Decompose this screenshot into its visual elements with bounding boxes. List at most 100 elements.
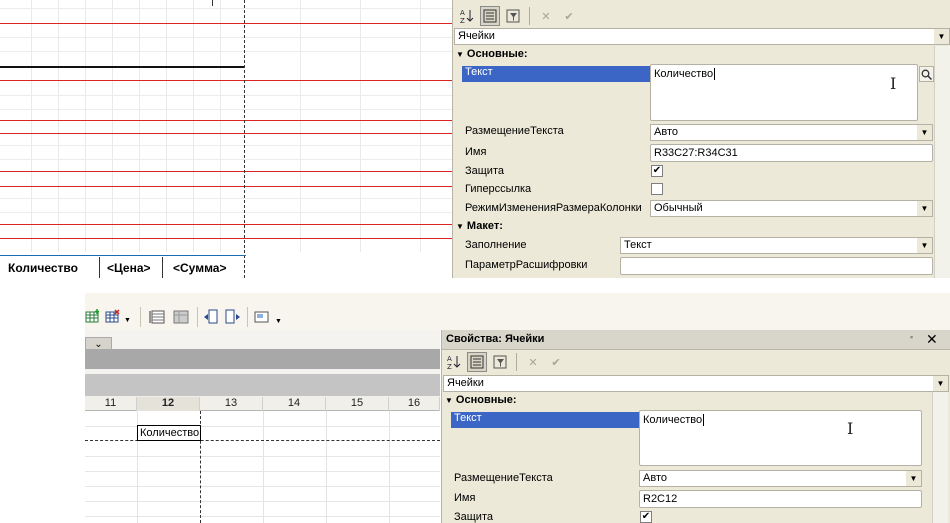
section-layout[interactable]: ▼ Макет:	[456, 220, 503, 232]
collapse-icon: ▼	[445, 396, 453, 405]
footer-cell-price[interactable]: <Цена>	[101, 257, 163, 278]
prop-text-input[interactable]: Количество	[650, 64, 918, 121]
footer-cell-quantity[interactable]: Количество	[0, 257, 100, 278]
sort-az-icon[interactable]: AZ	[444, 352, 464, 372]
collapse-icon: ▼	[456, 222, 464, 231]
red-border-line	[0, 171, 452, 172]
grid-line	[0, 95, 452, 96]
page-break-line	[244, 0, 245, 278]
prop-fill-label: Заполнение	[465, 239, 527, 251]
properties-panel: Свойства: Ячейки ▪ ✕ AZ ✕ ✔ Ячейки ▼ ▼ Ос…	[441, 330, 950, 523]
prop-decode-label: ПараметрРасшифровки	[465, 259, 588, 271]
grid-line	[0, 212, 452, 213]
prop-protect-checkbox[interactable]: ✔	[640, 511, 652, 523]
black-border-line	[0, 66, 244, 68]
object-selector[interactable]: Ячейки ▼	[454, 28, 950, 45]
prop-placement-select[interactable]: Авто ▼	[639, 470, 922, 487]
grid-line	[0, 159, 452, 160]
prop-protect-label: Защита	[465, 165, 504, 177]
prop-hyperlink-checkbox[interactable]	[651, 183, 663, 195]
red-border-line	[0, 238, 452, 239]
apply-icon[interactable]: ✔	[559, 6, 579, 26]
prop-name-input[interactable]: R33C27:R34C31	[650, 144, 933, 162]
section-main[interactable]: ▼ Основные:	[445, 394, 517, 406]
search-icon[interactable]	[919, 66, 934, 82]
chevron-down-icon: ▼	[906, 471, 921, 486]
object-selector-value: Ячейки	[458, 30, 495, 42]
grid-line	[0, 8, 452, 9]
svg-text:Z: Z	[447, 363, 452, 370]
prop-name-input[interactable]: R2C12	[639, 490, 922, 508]
column-header[interactable]: 15	[326, 397, 389, 411]
column-header[interactable]: 13	[200, 397, 263, 411]
prop-resize-select[interactable]: Обычный ▼	[650, 200, 933, 217]
apply-icon[interactable]: ✔	[546, 352, 566, 372]
pin-icon[interactable]: ▪	[910, 332, 913, 342]
grid-line	[85, 516, 440, 517]
section-main[interactable]: ▼ Основные:	[456, 48, 528, 60]
filter-icon[interactable]	[490, 352, 510, 372]
column-header-selected[interactable]: 12	[137, 397, 200, 411]
filter-icon[interactable]	[503, 6, 523, 26]
sort-az-icon[interactable]: AZ	[457, 6, 477, 26]
prop-protect-checkbox[interactable]: ✔	[651, 165, 663, 177]
grid-line	[85, 471, 440, 472]
toolbar-separator	[516, 353, 517, 371]
prop-placement-label: РазмещениеТекста	[454, 472, 553, 484]
close-icon[interactable]: ✕	[926, 331, 938, 348]
prop-text-label[interactable]: Текст	[462, 66, 650, 82]
prop-placement-label: РазмещениеТекста	[465, 125, 564, 137]
categories-icon[interactable]	[480, 6, 500, 26]
delete-table-icon[interactable]	[105, 309, 121, 325]
prop-placement-select[interactable]: Авто ▼	[650, 124, 933, 141]
grid-line	[0, 145, 452, 146]
insert-table-icon[interactable]	[85, 309, 101, 325]
categories-icon[interactable]	[467, 352, 487, 372]
grid-line	[0, 51, 452, 52]
svg-text:A: A	[460, 9, 465, 17]
properties-scrollbar[interactable]	[934, 46, 950, 278]
prop-resize-label: РежимИзмененияРазмераКолонки	[465, 202, 642, 214]
column-header[interactable]: 16	[389, 397, 440, 411]
prop-text-label[interactable]: Текст	[451, 412, 639, 428]
footer-cell-sum[interactable]: <Сумма>	[164, 257, 244, 278]
cancel-icon[interactable]: ✕	[536, 6, 556, 26]
properties-scrollbar[interactable]	[932, 392, 948, 523]
prop-fill-value: Текст	[624, 239, 652, 251]
red-border-line	[0, 120, 452, 121]
grid-line	[0, 109, 452, 110]
column-header[interactable]: 11	[85, 397, 137, 411]
object-selector[interactable]: Ячейки ▼	[443, 375, 949, 392]
prop-hyperlink-label: Гиперссылка	[465, 183, 532, 195]
text-cursor-icon: I	[890, 74, 897, 93]
chevron-down-icon[interactable]: ▼	[275, 318, 282, 325]
prop-decode-input[interactable]	[620, 257, 933, 275]
prop-text-value: Количество	[654, 68, 714, 80]
red-border-line	[0, 133, 452, 134]
spreadsheet-area[interactable]: Количество <Цена> <Сумма>	[0, 0, 452, 278]
prop-text-input[interactable]: Количество	[639, 410, 922, 466]
spreadsheet-area[interactable]: ⌄ 11 12 13 14 15 16 Количество	[85, 330, 440, 523]
grid-line	[85, 486, 440, 487]
cancel-icon[interactable]: ✕	[523, 352, 543, 372]
selected-cell[interactable]: Количество	[137, 425, 201, 441]
group-rows-icon[interactable]	[149, 309, 165, 325]
print-area-left-icon[interactable]	[203, 309, 219, 325]
prop-fill-select[interactable]: Текст ▼	[620, 237, 933, 254]
group-columns-icon[interactable]	[173, 309, 189, 325]
prop-name-label: Имя	[465, 146, 487, 158]
red-border-line	[0, 80, 452, 81]
chevron-down-icon: ▼	[917, 125, 932, 140]
prop-name-label: Имя	[454, 492, 476, 504]
grid-line	[85, 501, 440, 502]
chevron-down-icon[interactable]: ▼	[124, 317, 131, 324]
svg-text:A: A	[447, 355, 452, 363]
top-screenshot: Количество <Цена> <Сумма> AZ ✕ ✔ Ячейки …	[0, 0, 950, 278]
print-area-right-icon[interactable]	[225, 309, 241, 325]
cell-names-icon[interactable]	[254, 309, 270, 325]
red-border-line	[0, 186, 452, 187]
prop-protect-label: Защита	[454, 511, 493, 523]
prop-placement-value: Авто	[643, 472, 667, 484]
section-layout-label: Макет:	[466, 220, 503, 232]
column-header[interactable]: 14	[263, 397, 326, 411]
